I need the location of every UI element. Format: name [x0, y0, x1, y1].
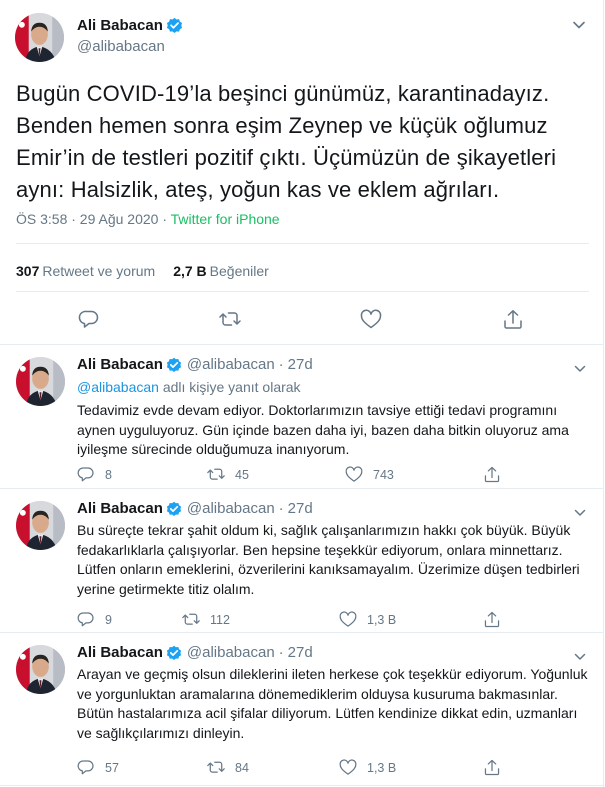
- verified-badge-icon: [165, 17, 183, 34]
- retweet-icon: [182, 613, 200, 625]
- like-count: 2,7 B: [173, 263, 207, 279]
- reply-button[interactable]: 57: [77, 759, 119, 777]
- like-button[interactable]: 1,3 B: [339, 759, 396, 777]
- reply-button[interactable]: 9: [77, 611, 112, 629]
- reply-header: Ali Babacan @alibabacan · 27d: [77, 500, 313, 517]
- retweet-count: 112: [210, 613, 230, 627]
- divider: [16, 291, 589, 292]
- like-stat[interactable]: 2,7 B Beğeniler: [173, 263, 269, 279]
- share-icon: [484, 759, 500, 776]
- reply-actions: 57 84 1,3 B: [77, 759, 517, 777]
- like-count: 743: [373, 468, 394, 482]
- tweet-metadata: ÖS 3:58 · 29 Ağu 2020 · Twitter for iPho…: [16, 211, 280, 227]
- reply-to-suffix: adlı kişiye yanıt olarak: [158, 379, 301, 395]
- reply-count: 9: [105, 613, 112, 627]
- like-icon: [339, 611, 357, 627]
- timestamp[interactable]: 27d: [288, 644, 313, 661]
- reply-actions: 8 45 743: [77, 466, 517, 484]
- reply-icon: [77, 612, 94, 627]
- author-handle[interactable]: @alibabacan: [187, 644, 275, 661]
- tweet-source[interactable]: Twitter for iPhone: [171, 211, 280, 227]
- retweet-button[interactable]: 45: [207, 466, 249, 484]
- like-icon: [345, 466, 363, 482]
- separator-dot: ·: [278, 356, 284, 373]
- verified-badge-icon: [165, 356, 182, 373]
- retweet-count: 45: [235, 468, 249, 482]
- like-icon: [339, 759, 357, 775]
- avatar[interactable]: [16, 357, 65, 406]
- reply-icon[interactable]: [78, 309, 100, 336]
- reply-context: @alibabacan adlı kişiye yanıt olarak: [77, 379, 301, 395]
- reply-tweet[interactable]: Ali Babacan @alibabacan · 27d Bu süreçte…: [0, 490, 604, 633]
- author-name[interactable]: Ali Babacan: [77, 17, 183, 34]
- separator-dot: ·: [278, 644, 284, 661]
- reply-text: Bu süreçte tekrar şahit oldum ki, sağlık…: [77, 522, 580, 598]
- timestamp[interactable]: ÖS 3:58 · 29 Ağu 2020: [16, 211, 158, 227]
- author-handle[interactable]: @alibabacan: [77, 38, 165, 55]
- retweet-stat[interactable]: 307 Retweet ve yorum: [16, 263, 155, 279]
- verified-badge-icon: [165, 644, 182, 661]
- reply-tweet[interactable]: Ali Babacan @alibabacan · 27d @alibabaca…: [0, 346, 604, 489]
- share-icon: [484, 466, 500, 483]
- avatar[interactable]: [16, 645, 65, 694]
- like-button[interactable]: 743: [345, 466, 394, 484]
- chevron-down-icon[interactable]: [574, 360, 586, 378]
- chevron-down-icon[interactable]: [574, 504, 586, 522]
- avatar[interactable]: [16, 501, 65, 550]
- reply-count: 57: [105, 761, 119, 775]
- author-handle[interactable]: @alibabacan: [187, 356, 275, 373]
- retweet-icon: [207, 761, 225, 773]
- share-button[interactable]: [483, 759, 501, 777]
- retweet-icon: [207, 468, 225, 480]
- author-name[interactable]: Ali Babacan: [77, 500, 163, 517]
- tweet-stats: 307 Retweet ve yorum 2,7 B Beğeniler: [16, 263, 269, 279]
- author-name-text[interactable]: Ali Babacan: [77, 17, 163, 34]
- main-actions: [0, 309, 604, 333]
- reply-tweet[interactable]: Ali Babacan @alibabacan · 27d Arayan ve …: [0, 634, 604, 786]
- timestamp[interactable]: 27d: [288, 500, 313, 517]
- separator-dot: ·: [278, 500, 284, 517]
- reply-icon: [77, 467, 94, 482]
- reply-count: 8: [105, 468, 112, 482]
- share-button[interactable]: [483, 466, 501, 484]
- reply-text: Tedavimiz evde devam ediyor. Doktorlarım…: [77, 402, 569, 458]
- share-icon: [484, 611, 500, 628]
- chevron-down-icon[interactable]: [572, 17, 586, 33]
- chevron-down-icon[interactable]: [574, 648, 586, 666]
- like-count: 1,3 B: [367, 761, 397, 775]
- retweet-icon[interactable]: [219, 309, 241, 336]
- tweet-text: Bugün COVID-19’la beşinci günümüz, karan…: [16, 81, 557, 202]
- meta-separator: ·: [158, 211, 171, 227]
- share-button[interactable]: [483, 611, 501, 629]
- share-icon[interactable]: [502, 309, 524, 336]
- reply-actions: 9 112 1,3 B: [77, 611, 517, 629]
- reply-header: Ali Babacan @alibabacan · 27d: [77, 356, 313, 373]
- author-name[interactable]: Ali Babacan: [77, 356, 163, 373]
- retweet-count: 84: [235, 761, 249, 775]
- retweet-label: Retweet ve yorum: [42, 263, 156, 279]
- tweet-thread: Ali Babacan @alibabacan Bugün COVID-19’l…: [0, 0, 604, 787]
- like-icon[interactable]: [360, 309, 382, 336]
- author-handle[interactable]: @alibabacan: [187, 500, 275, 517]
- retweet-button[interactable]: 112: [182, 611, 230, 629]
- author-name[interactable]: Ali Babacan: [77, 644, 163, 661]
- retweet-button[interactable]: 84: [207, 759, 249, 777]
- like-count: 1,3 B: [367, 613, 397, 627]
- like-label: Beğeniler: [209, 263, 269, 279]
- avatar[interactable]: [15, 13, 64, 62]
- verified-badge-icon: [165, 500, 182, 517]
- reply-header: Ali Babacan @alibabacan · 27d: [77, 644, 313, 661]
- reply-to-link[interactable]: @alibabacan: [77, 379, 159, 395]
- reply-button[interactable]: 8: [77, 466, 112, 484]
- timestamp[interactable]: 27d: [288, 356, 313, 373]
- divider: [16, 243, 589, 244]
- reply-icon: [77, 760, 94, 775]
- main-tweet: Ali Babacan @alibabacan Bugün COVID-19’l…: [0, 0, 604, 345]
- retweet-count: 307: [16, 263, 40, 279]
- like-button[interactable]: 1,3 B: [339, 611, 396, 629]
- reply-text: Arayan ve geçmiş olsun dileklerini ilete…: [77, 666, 588, 742]
